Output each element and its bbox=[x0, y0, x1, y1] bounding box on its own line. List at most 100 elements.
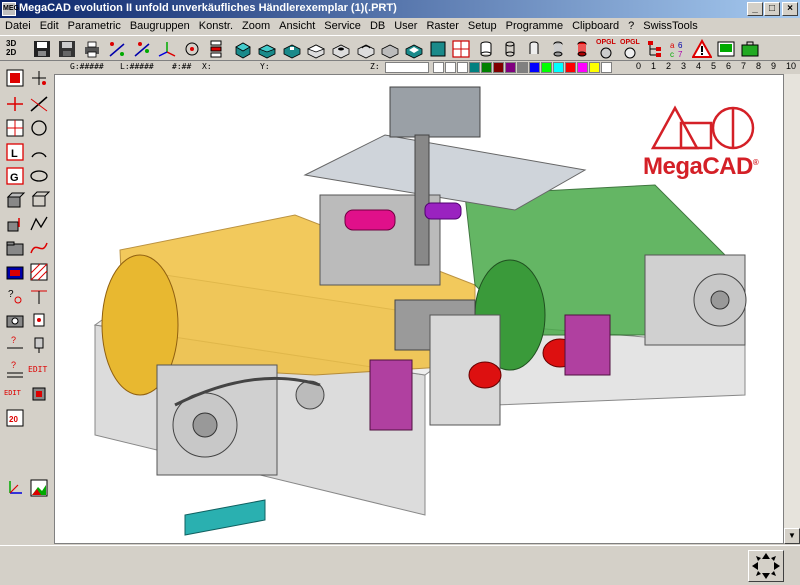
layer-number[interactable]: 6 bbox=[726, 61, 731, 71]
multi-view-button[interactable] bbox=[451, 39, 471, 59]
color-swatch[interactable] bbox=[529, 62, 540, 73]
print-button[interactable] bbox=[82, 39, 102, 59]
color-swatch[interactable] bbox=[457, 62, 468, 73]
solid-shell-button[interactable] bbox=[404, 39, 424, 59]
solid-hole-button[interactable] bbox=[331, 39, 351, 59]
tool-edit[interactable]: EDIT bbox=[28, 359, 52, 381]
tool-solid-color[interactable] bbox=[4, 261, 26, 283]
z-coordinate-field[interactable]: Z: bbox=[370, 62, 380, 71]
color-swatch[interactable] bbox=[541, 62, 552, 73]
tool-group-g[interactable]: G bbox=[4, 165, 26, 187]
tool-circle[interactable] bbox=[28, 117, 50, 139]
color-swatch[interactable] bbox=[493, 62, 504, 73]
opengl-button-2[interactable]: OPGL bbox=[620, 39, 642, 59]
layer-number[interactable]: 0 bbox=[636, 61, 641, 71]
solid-cut-button[interactable] bbox=[306, 39, 326, 59]
cylinder-view-button[interactable] bbox=[476, 39, 496, 59]
color-swatch[interactable] bbox=[553, 62, 564, 73]
tool-spline[interactable] bbox=[28, 237, 50, 259]
menu-parametric[interactable]: Parametric bbox=[63, 18, 125, 32]
pivot-button[interactable] bbox=[182, 39, 202, 59]
solid-teal-button[interactable] bbox=[428, 39, 448, 59]
tool-ellipse[interactable] bbox=[28, 165, 50, 187]
coordinate-system-button[interactable] bbox=[157, 39, 177, 59]
title-bar[interactable]: MEGA MegaCAD evolution II unfold unverkä… bbox=[0, 0, 800, 18]
g-coordinate-field[interactable]: G:##### bbox=[70, 62, 104, 71]
minimize-button[interactable]: _ bbox=[747, 2, 763, 16]
ruler-button[interactable] bbox=[716, 39, 736, 59]
shaded-button[interactable] bbox=[548, 39, 568, 59]
scroll-down-arrow[interactable]: ▼ bbox=[784, 528, 800, 544]
maximize-button[interactable]: □ bbox=[764, 2, 780, 16]
solid-chamfer-button[interactable] bbox=[380, 39, 400, 59]
menu-konstr[interactable]: Konstr. bbox=[194, 18, 237, 32]
tool-image[interactable] bbox=[28, 477, 50, 499]
tool-query-measure[interactable]: ? bbox=[4, 333, 26, 355]
tool-dimension-red[interactable] bbox=[4, 93, 26, 115]
tool-layer-l[interactable]: L bbox=[4, 141, 26, 163]
color-swatch[interactable] bbox=[589, 62, 600, 73]
solid-fillet-button[interactable] bbox=[356, 39, 376, 59]
color-swatch[interactable] bbox=[601, 62, 612, 73]
menu-help[interactable]: ? bbox=[623, 18, 638, 32]
solid-wedge-button[interactable] bbox=[257, 39, 277, 59]
warning-button[interactable] bbox=[691, 38, 713, 59]
tool-polyline[interactable] bbox=[28, 213, 50, 235]
menu-user[interactable]: User bbox=[389, 18, 421, 32]
transform-button-1[interactable] bbox=[107, 39, 127, 59]
layer-number[interactable]: 9 bbox=[771, 61, 776, 71]
menu-datei[interactable]: Datei bbox=[0, 18, 35, 32]
view-toggle-3d-2d-button[interactable]: 3D 2D bbox=[6, 39, 26, 59]
tool-query-points[interactable]: ? bbox=[4, 285, 26, 307]
menu-baugruppen[interactable]: Baugruppen bbox=[125, 18, 194, 32]
numbering-button[interactable]: a6c7 bbox=[668, 39, 688, 59]
color-swatch[interactable] bbox=[445, 62, 456, 73]
vertical-scrollbar[interactable]: ▼ bbox=[784, 74, 800, 544]
drawing-viewport[interactable]: MegaCAD® bbox=[54, 74, 784, 544]
transform-button-2[interactable] bbox=[132, 39, 152, 59]
tool-axes[interactable] bbox=[4, 477, 26, 499]
tool-solid-box[interactable] bbox=[4, 189, 26, 211]
color-swatch[interactable] bbox=[565, 62, 576, 73]
layer-number[interactable]: 10 bbox=[786, 61, 796, 71]
menu-service[interactable]: Service bbox=[319, 18, 365, 32]
tool-3d-view[interactable] bbox=[4, 67, 26, 89]
l-coordinate-field[interactable]: L:##### bbox=[120, 62, 154, 71]
tool-dimension[interactable] bbox=[28, 285, 50, 307]
tool-line[interactable] bbox=[28, 93, 50, 115]
tool-extrude[interactable] bbox=[4, 213, 26, 235]
close-button[interactable]: × bbox=[782, 2, 798, 16]
opengl-button-1[interactable]: OPGL bbox=[596, 39, 618, 59]
tool-rectangle-3d[interactable] bbox=[28, 189, 51, 211]
color-swatch[interactable] bbox=[433, 62, 444, 73]
color-swatch[interactable] bbox=[481, 62, 492, 73]
menu-clipboard[interactable]: Clipboard bbox=[567, 18, 623, 32]
tool-camera[interactable] bbox=[4, 309, 26, 331]
menu-edit[interactable]: Edit bbox=[35, 18, 63, 32]
color-swatch[interactable] bbox=[577, 62, 588, 73]
tool-symbol[interactable] bbox=[28, 309, 50, 331]
toolbox-button[interactable] bbox=[740, 39, 760, 59]
wireframe-cylinder-button[interactable] bbox=[500, 39, 520, 59]
tool-point[interactable] bbox=[28, 67, 50, 89]
tool-hatch[interactable] bbox=[28, 261, 50, 283]
save-button[interactable] bbox=[32, 39, 52, 59]
menu-ansicht[interactable]: Ansicht bbox=[274, 18, 319, 32]
save-as-button[interactable] bbox=[57, 39, 77, 59]
app-icon[interactable]: MEGA bbox=[2, 2, 24, 16]
y-coordinate-field[interactable]: Y: bbox=[260, 62, 270, 71]
solid-extrude-button[interactable] bbox=[282, 39, 302, 59]
layer-number[interactable]: 7 bbox=[741, 61, 746, 71]
menu-zoom[interactable]: Zoom bbox=[237, 18, 274, 32]
tool-query-edit[interactable]: ? bbox=[4, 359, 26, 381]
layer-number[interactable]: 8 bbox=[756, 61, 761, 71]
layer-number[interactable]: 2 bbox=[666, 61, 671, 71]
tool-zoom-20[interactable]: 20 bbox=[4, 407, 26, 429]
tool-property[interactable] bbox=[28, 333, 50, 355]
tool-block[interactable] bbox=[28, 383, 50, 405]
menu-raster[interactable]: Raster bbox=[421, 18, 462, 32]
tool-arc[interactable] bbox=[28, 141, 50, 163]
render-button[interactable] bbox=[572, 39, 592, 59]
color-swatch[interactable] bbox=[517, 62, 528, 73]
color-swatch-white-wide[interactable] bbox=[385, 62, 429, 73]
